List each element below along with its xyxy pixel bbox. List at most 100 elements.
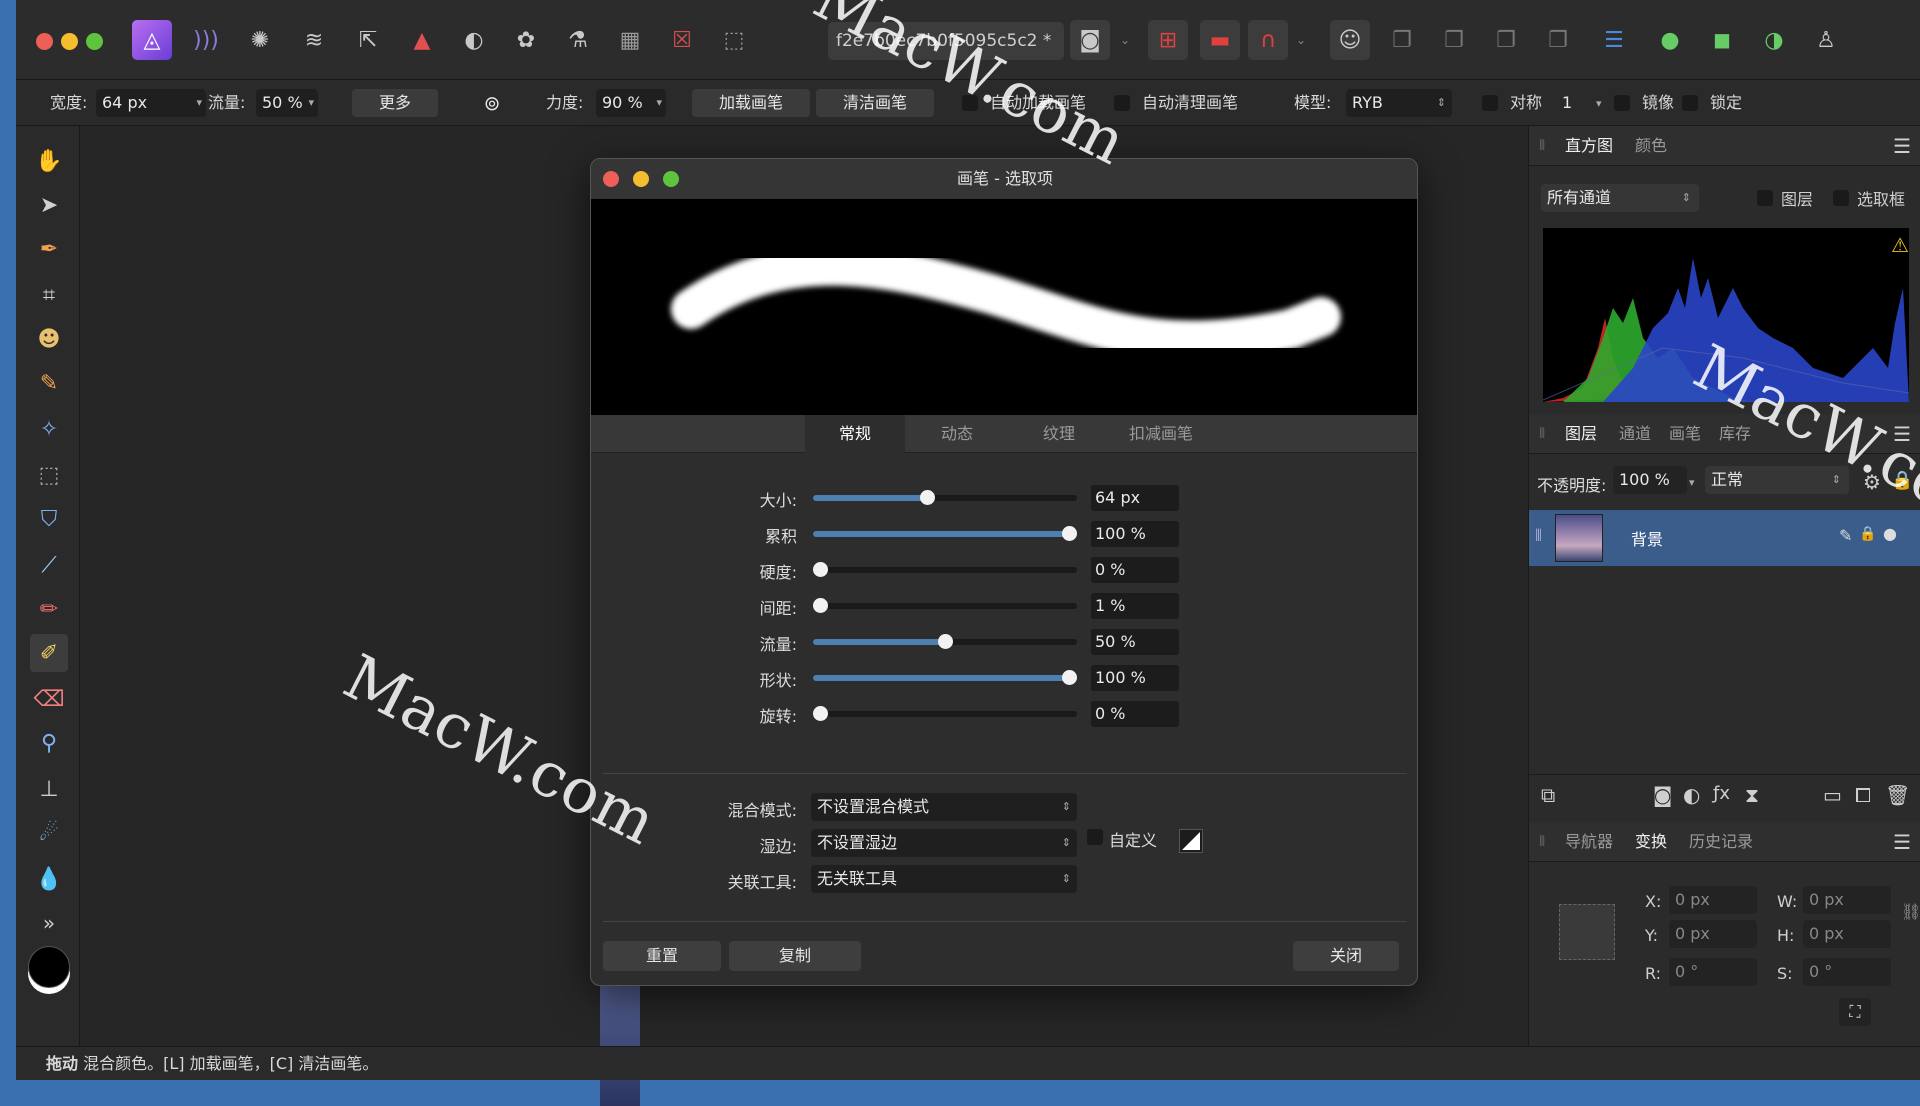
magnet-icon[interactable]: ∩ (1248, 20, 1288, 60)
align-icon[interactable]: ☰ (1594, 20, 1634, 60)
export-persona-icon[interactable]: ⇱ (348, 20, 388, 60)
gradient-tool-icon[interactable]: ⟋ (30, 546, 68, 584)
lock-checkbox[interactable] (1682, 95, 1698, 111)
selection-brush-icon[interactable]: ✎ (30, 364, 68, 402)
trash-icon[interactable]: 🗑 (1885, 783, 1910, 807)
x-field[interactable]: 0 px (1669, 886, 1757, 914)
custom-curve-icon[interactable] (1179, 829, 1203, 853)
minimize-window-button[interactable] (61, 33, 78, 50)
opacity-field[interactable]: 100 % (1613, 466, 1687, 494)
copy-button[interactable]: 复制 (729, 941, 861, 971)
clone-stamp-icon[interactable]: ⊥ (30, 770, 68, 808)
arrange-back-icon[interactable]: ❐ (1382, 20, 1422, 60)
auto-white-balance-icon[interactable]: ⚗ (558, 20, 598, 60)
h-field[interactable]: 0 px (1803, 920, 1891, 948)
develop-persona-icon[interactable]: ✺ (240, 20, 280, 60)
quick-mask-icon[interactable]: ◙ (1070, 20, 1110, 60)
width-field[interactable]: 64 px ▾ (96, 89, 206, 117)
layer-row[interactable]: ⦀ 背景 ✎ 🔒 ● (1529, 510, 1920, 566)
tone-mapping-persona-icon[interactable]: ≋ (294, 20, 334, 60)
account-icon[interactable]: ♙ (1806, 20, 1846, 60)
tab-general[interactable]: 常规 (805, 415, 905, 453)
reset-button[interactable]: 重置 (603, 941, 721, 971)
transform-options-icon[interactable]: ⛶ (1839, 998, 1871, 1026)
auto-colors-icon[interactable]: ✿ (506, 20, 546, 60)
add-layer-icon[interactable]: ⧠ (1855, 783, 1871, 807)
load-brush-button[interactable]: 加载画笔 (692, 89, 810, 117)
slider-track[interactable] (813, 706, 1077, 721)
symmetry-count-field[interactable]: 1 (1556, 89, 1590, 117)
tab-history[interactable]: 历史记录 (1689, 822, 1753, 862)
blend-mode-select[interactable]: 正常 ⇕ (1705, 466, 1849, 494)
tab-subtractive-brush[interactable]: 扣减画笔 (1111, 415, 1211, 453)
studio-panel-icon[interactable]: ● (1650, 20, 1690, 60)
primary-color-swatch[interactable] (28, 946, 70, 988)
hand-tool-icon[interactable]: ✋ (30, 142, 68, 180)
histogram-marquee-checkbox[interactable] (1833, 190, 1849, 206)
shear-field[interactable]: 0 ° (1803, 958, 1891, 986)
slider-value-field[interactable]: 64 px (1091, 485, 1179, 511)
zoom-window-button[interactable] (86, 33, 103, 50)
arrange-forward-icon[interactable]: ❐ (1486, 20, 1526, 60)
tab-transform[interactable]: 变换 (1635, 822, 1667, 862)
erase-brush-icon[interactable]: ⌫ (30, 680, 68, 718)
auto-contrast-icon[interactable]: ◐ (454, 20, 494, 60)
panel-menu-icon[interactable]: ☰ (1893, 134, 1911, 158)
color-studio-icon[interactable]: ◑ (1754, 20, 1794, 60)
folder-icon[interactable]: ▭ (1823, 783, 1842, 807)
clean-brush-button[interactable]: 清洁画笔 (816, 89, 934, 117)
assistant-manager-icon[interactable]: ☺ (1330, 20, 1370, 60)
anchor-point-icon[interactable] (1559, 904, 1615, 960)
snapping-icon[interactable]: ⊞ (1148, 20, 1188, 60)
linked-tool-select[interactable]: 无关联工具 ⇕ (811, 865, 1077, 893)
arrange-front-icon[interactable]: ❐ (1538, 20, 1578, 60)
slider-track[interactable] (813, 634, 1077, 649)
chevron-down-icon[interactable]: ⌄ (1292, 20, 1310, 60)
crop-tool-icon[interactable]: ⌗ (30, 276, 68, 314)
slider-knob[interactable] (813, 562, 828, 577)
slider-knob[interactable] (937, 634, 953, 649)
blend-mode-select[interactable]: 不设置混合模式 ⇕ (811, 793, 1077, 821)
color-picker-icon[interactable]: ✒ (30, 230, 68, 268)
layer-comp-icon[interactable]: ⧉ (1541, 783, 1555, 807)
flood-fill-icon[interactable]: ⛉ (30, 500, 68, 538)
slider-track[interactable] (813, 598, 1077, 613)
chevron-down-icon[interactable]: ▾ (1689, 476, 1695, 489)
paint-mixer-brush-icon[interactable]: ✐ (30, 634, 68, 672)
invert-selection-icon[interactable]: ⬚ (714, 20, 754, 60)
more-tools-icon[interactable]: » (30, 904, 68, 942)
layers-studio-icon[interactable]: ◼ (1702, 20, 1742, 60)
close-window-button[interactable] (36, 33, 53, 50)
move-tool-icon[interactable]: ➤ (30, 186, 68, 224)
smudge-tool-icon[interactable]: ☄ (30, 814, 68, 852)
arrange-backward-icon[interactable]: ❐ (1434, 20, 1474, 60)
slider-track[interactable] (813, 526, 1077, 541)
slider-track[interactable] (813, 490, 1077, 505)
tab-histogram[interactable]: 直方图 (1565, 126, 1613, 166)
mirror-checkbox[interactable] (1614, 95, 1630, 111)
adjustment-icon[interactable]: ◐ (1683, 783, 1700, 807)
histogram-layer-checkbox[interactable] (1757, 190, 1773, 206)
slider-value-field[interactable]: 100 % (1091, 665, 1179, 691)
slider-track[interactable] (813, 562, 1077, 577)
close-button[interactable]: 关闭 (1293, 941, 1399, 971)
magic-wand-icon[interactable]: ✧ (30, 410, 68, 448)
fx-icon[interactable]: ƒx (1713, 783, 1730, 804)
flow-field[interactable]: 50 % ▾ (256, 89, 318, 117)
w-field[interactable]: 0 px (1803, 886, 1891, 914)
dialog-close-icon[interactable] (603, 171, 619, 187)
more-button[interactable]: 更多 (352, 89, 438, 117)
slider-value-field[interactable]: 100 % (1091, 521, 1179, 547)
slider-knob[interactable] (920, 490, 936, 505)
slider-knob[interactable] (1062, 670, 1077, 685)
mask-icon[interactable]: ◙ (1653, 783, 1672, 807)
levels-icon[interactable]: ▲ (402, 20, 442, 60)
slider-value-field[interactable]: 0 % (1091, 557, 1179, 583)
blur-tool-icon[interactable]: 💧 (30, 860, 68, 898)
link-icon[interactable]: ⛓ (1901, 902, 1920, 921)
tab-dynamics[interactable]: 动态 (907, 415, 1007, 453)
tab-channels[interactable]: 通道 (1619, 414, 1651, 454)
model-select[interactable]: RYB ⇕ (1346, 89, 1452, 117)
wet-edges-select[interactable]: 不设置湿边 ⇕ (811, 829, 1077, 857)
slider-knob[interactable] (813, 598, 828, 613)
